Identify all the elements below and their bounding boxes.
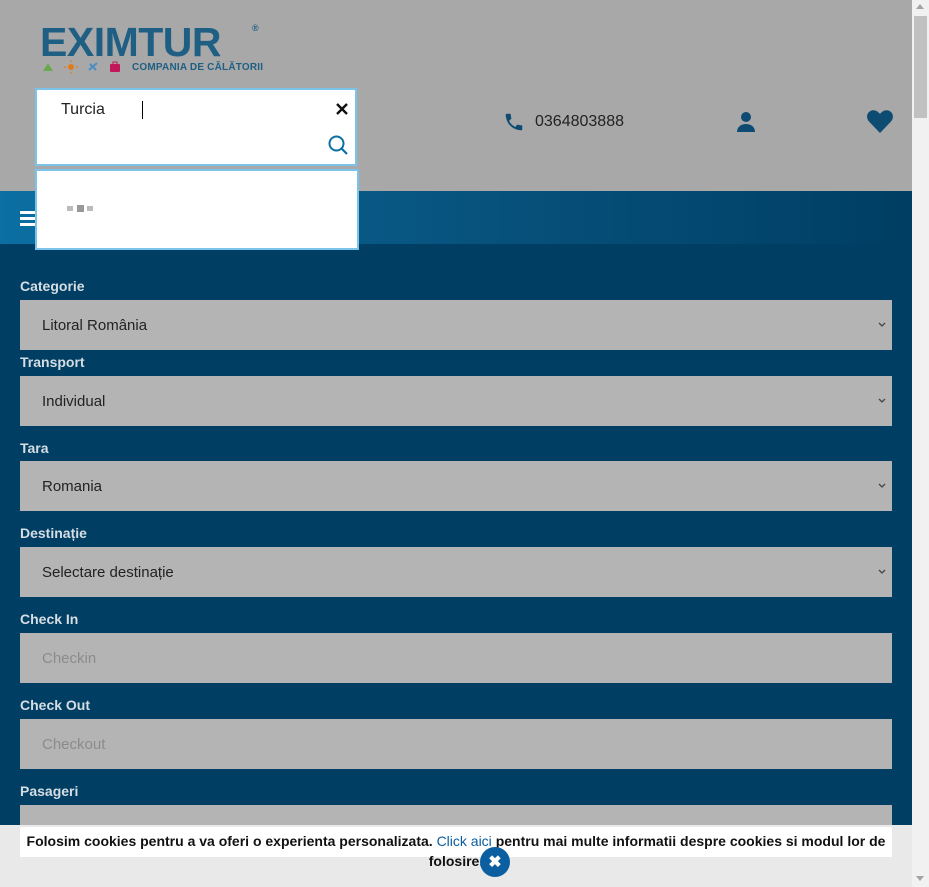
phone-contact[interactable]: 0364803888 xyxy=(503,110,624,134)
transport-select[interactable]: Individual xyxy=(20,376,892,426)
close-icon[interactable] xyxy=(335,102,349,116)
cookie-info-link[interactable]: Click aici xyxy=(437,833,492,849)
check-in-input[interactable]: Checkin xyxy=(20,633,892,683)
tara-value: Romania xyxy=(42,477,103,495)
close-icon: ✖ xyxy=(488,854,502,871)
scrollbar-thumb[interactable] xyxy=(914,16,927,118)
page: EXIMTUR ® COMPANIA DE CĂLĂTORII 03648038… xyxy=(0,0,912,887)
logo-registered-mark: ® xyxy=(252,23,259,33)
label-categorie: Categorie xyxy=(20,278,85,294)
destinatie-select[interactable]: Selectare destinație xyxy=(20,547,892,597)
logo-travel-icons xyxy=(43,60,120,74)
search-icon[interactable] xyxy=(327,134,349,156)
cookie-banner: Folosim cookies pentru a va oferi o expe… xyxy=(0,825,912,887)
search-input[interactable] xyxy=(61,98,311,122)
label-transport: Transport xyxy=(20,354,85,370)
user-account-icon[interactable] xyxy=(734,110,758,134)
cookie-text-before: Folosim cookies pentru a va oferi o expe… xyxy=(26,833,433,849)
search-panel xyxy=(35,88,357,166)
label-check-out: Check Out xyxy=(20,697,91,713)
logo-text: EXIMTUR xyxy=(40,19,222,65)
check-in-placeholder: Checkin xyxy=(42,649,97,667)
label-tara: Tara xyxy=(20,440,49,456)
label-check-in: Check In xyxy=(20,611,79,627)
categorie-select[interactable]: Litoral România xyxy=(20,300,892,350)
tara-select[interactable]: Romania xyxy=(20,461,892,511)
transport-value: Individual xyxy=(42,392,106,410)
search-results-dropdown xyxy=(35,169,359,250)
label-destinatie: Destinație xyxy=(20,525,87,541)
loading-spinner-icon xyxy=(67,205,97,213)
label-pasageri: Pasageri xyxy=(20,783,79,799)
phone-number: 0364803888 xyxy=(535,113,624,130)
cookie-message: Folosim cookies pentru a va oferi o expe… xyxy=(20,831,892,871)
chevron-down-icon xyxy=(878,483,886,488)
logo-tagline: COMPANIA DE CĂLĂTORII xyxy=(132,62,264,73)
text-caret xyxy=(142,101,143,119)
cookie-close-button[interactable]: ✖ xyxy=(480,847,510,877)
eximtur-logo[interactable]: EXIMTUR ® COMPANIA DE CĂLĂTORII xyxy=(38,18,268,78)
vertical-scrollbar[interactable] xyxy=(912,0,929,887)
scroll-up-arrow-icon[interactable] xyxy=(916,4,924,9)
favorites-heart-icon[interactable] xyxy=(866,108,894,134)
check-out-input[interactable]: Checkout xyxy=(20,719,892,769)
chevron-down-icon xyxy=(878,322,886,327)
chevron-down-icon xyxy=(878,569,886,574)
categorie-value: Litoral România xyxy=(42,316,148,334)
chevron-down-icon xyxy=(878,398,886,403)
check-out-placeholder: Checkout xyxy=(42,735,106,753)
scroll-down-arrow-icon[interactable] xyxy=(916,876,924,881)
destinatie-value: Selectare destinație xyxy=(42,563,174,581)
phone-icon xyxy=(505,113,523,131)
